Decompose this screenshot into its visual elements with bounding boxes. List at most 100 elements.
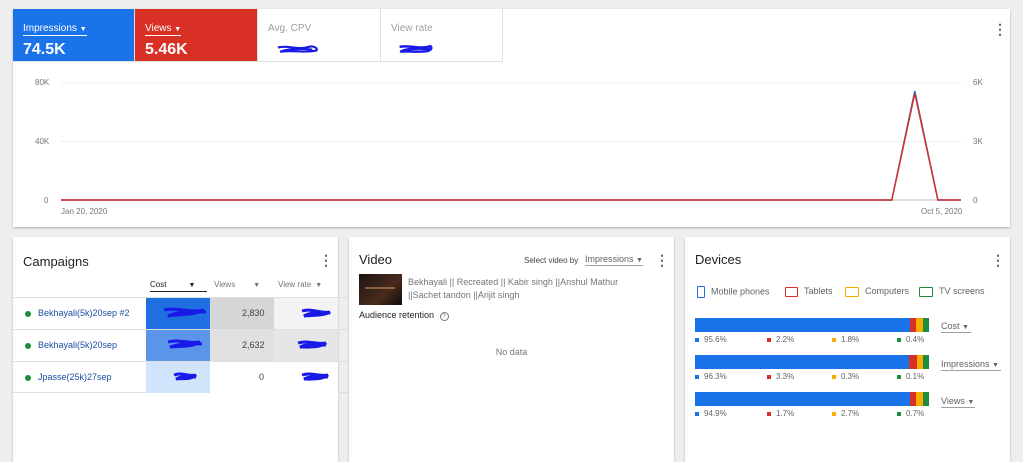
y-left-tick: 0 bbox=[44, 196, 49, 205]
impressions-tab[interactable]: Impressions ▼ 74.5K bbox=[13, 9, 135, 62]
video-title-line: ||Sachet tandon ||Arijit singh bbox=[408, 290, 520, 300]
campaigns-card: Campaigns ⋮ Cost ▼ Views ▼ View rate ▼ Bekh… bbox=[13, 237, 349, 462]
metric-dropdown-cost[interactable]: Cost ▼ bbox=[941, 321, 971, 333]
help-icon[interactable]: ? bbox=[439, 312, 449, 321]
cost-cell bbox=[146, 298, 210, 329]
y-right-tick: 3K bbox=[973, 137, 983, 146]
legend-swatch bbox=[897, 411, 901, 416]
avg-cpv-tab[interactable]: Avg. CPV bbox=[258, 9, 381, 62]
bar-segment bbox=[695, 318, 911, 332]
view-rate-tab[interactable]: View rate bbox=[381, 9, 503, 62]
bar-segment bbox=[922, 392, 929, 406]
legend-tablets: Tablets bbox=[785, 286, 833, 297]
bar-segment bbox=[909, 355, 917, 369]
views-value: 0 bbox=[259, 372, 265, 382]
cost-cell bbox=[146, 330, 210, 361]
legend-tv: TV screens bbox=[919, 286, 985, 297]
series-line bbox=[61, 90, 961, 201]
legend-swatch bbox=[695, 411, 699, 416]
status-dot bbox=[25, 311, 31, 317]
views-value: 5.46K bbox=[145, 41, 188, 58]
table-row[interactable]: Jpasse(25k)27sep 0 bbox=[13, 361, 349, 393]
series-line bbox=[61, 93, 961, 201]
device-share-text: 1.7% bbox=[776, 409, 795, 418]
redacted-scribble bbox=[301, 372, 329, 381]
more-options-icon[interactable]: ⋮ bbox=[655, 253, 669, 267]
views-tab[interactable]: Views ▼ 5.46K bbox=[135, 9, 258, 62]
status-dot bbox=[25, 375, 31, 381]
legend-swatch bbox=[695, 337, 699, 342]
column-header-views[interactable]: Views ▼ bbox=[214, 280, 269, 289]
device-share-bar bbox=[695, 355, 929, 369]
x-tick-end: Oct 5, 2020 bbox=[921, 207, 963, 216]
campaign-name-link[interactable]: Bekhayali(5k)20sep bbox=[38, 340, 117, 350]
avg-cpv-label: Avg. CPV bbox=[268, 23, 312, 34]
redacted-scribble bbox=[173, 372, 198, 381]
device-share-value: 0.4% bbox=[897, 335, 924, 344]
legend-computers: Computers bbox=[845, 286, 909, 297]
legend-swatch bbox=[767, 374, 771, 379]
table-row[interactable]: Bekhayali(5k)20sep #2 2,830 bbox=[13, 297, 349, 329]
more-options-icon[interactable]: ⋮ bbox=[993, 22, 1007, 36]
device-share-text: 3.3% bbox=[776, 372, 795, 381]
device-share-text: 0.4% bbox=[906, 335, 925, 344]
impressions-label: Impressions ▼ bbox=[23, 23, 87, 36]
select-video-label: Select video by bbox=[524, 256, 579, 265]
card-title: Video bbox=[359, 252, 393, 267]
legend-swatch bbox=[897, 374, 901, 379]
video-thumbnail[interactable] bbox=[359, 274, 402, 305]
device-share-bar bbox=[695, 318, 929, 332]
metric-dropdown-views[interactable]: Views ▼ bbox=[941, 396, 975, 408]
select-video-dropdown[interactable]: Impressions ▼ bbox=[585, 254, 643, 266]
device-share-text: 95.6% bbox=[704, 335, 727, 344]
device-share-text: 0.1% bbox=[906, 372, 925, 381]
card-title: Devices bbox=[695, 252, 742, 267]
device-share-text: 0.3% bbox=[841, 372, 860, 381]
x-tick-start: Jan 20, 2020 bbox=[61, 207, 108, 216]
legend-mobile: Mobile phones bbox=[697, 286, 770, 298]
redacted-scribble bbox=[301, 308, 331, 318]
view-rate-label: View rate bbox=[391, 23, 433, 34]
device-share-value: 94.9% bbox=[695, 409, 727, 418]
table-row[interactable]: Bekhayali(5k)20sep 2,632 bbox=[13, 329, 349, 361]
impressions-value: 74.5K bbox=[23, 41, 66, 58]
tablet-icon bbox=[785, 286, 798, 297]
more-options-icon[interactable]: ⋮ bbox=[319, 253, 333, 267]
bar-segment bbox=[922, 355, 929, 369]
device-share-value: 1.8% bbox=[832, 335, 859, 344]
redacted-scribble bbox=[167, 339, 203, 349]
device-share-value: 0.1% bbox=[897, 372, 924, 381]
legend-swatch bbox=[832, 337, 836, 342]
view-rate-cell bbox=[274, 362, 338, 393]
computer-icon bbox=[845, 286, 859, 297]
legend-swatch bbox=[897, 337, 901, 342]
mobile-phone-icon bbox=[697, 286, 705, 298]
bar-segment bbox=[922, 318, 929, 332]
view-rate-cell bbox=[274, 330, 338, 361]
metric-dropdown-impressions[interactable]: Impressions ▼ bbox=[941, 359, 1001, 371]
devices-card: Devices ⋮ Mobile phones Tablets Computer… bbox=[685, 237, 1010, 462]
device-share-value: 0.7% bbox=[897, 409, 924, 418]
overview-card: Impressions ▼ 74.5K Views ▼ 5.46K Avg. C… bbox=[13, 9, 1010, 227]
bar-segment bbox=[695, 355, 910, 369]
view-rate-cell bbox=[274, 298, 338, 329]
campaign-name-link[interactable]: Bekhayali(5k)20sep #2 bbox=[38, 308, 130, 318]
y-left-tick: 80K bbox=[35, 78, 50, 87]
redacted-scribble bbox=[399, 44, 433, 54]
legend-swatch bbox=[832, 374, 836, 379]
tv-icon bbox=[919, 286, 933, 297]
y-left-tick: 40K bbox=[35, 137, 50, 146]
device-share-value: 3.3% bbox=[767, 372, 794, 381]
column-header-view-rate[interactable]: View rate ▼ bbox=[278, 280, 333, 289]
more-options-icon[interactable]: ⋮ bbox=[991, 253, 1005, 267]
device-share-value: 0.3% bbox=[832, 372, 859, 381]
views-value: 2,632 bbox=[242, 340, 265, 350]
device-share-text: 2.7% bbox=[841, 409, 860, 418]
campaign-name-link[interactable]: Jpasse(25k)27sep bbox=[38, 372, 112, 382]
no-data-message: No data bbox=[495, 347, 528, 357]
column-header-cost[interactable]: Cost ▼ bbox=[150, 280, 207, 292]
device-share-value: 96.3% bbox=[695, 372, 727, 381]
video-title[interactable]: Bekhayali || Recreated || Kabir singh ||… bbox=[408, 276, 618, 302]
legend-swatch bbox=[767, 337, 771, 342]
device-share-bar bbox=[695, 392, 929, 406]
